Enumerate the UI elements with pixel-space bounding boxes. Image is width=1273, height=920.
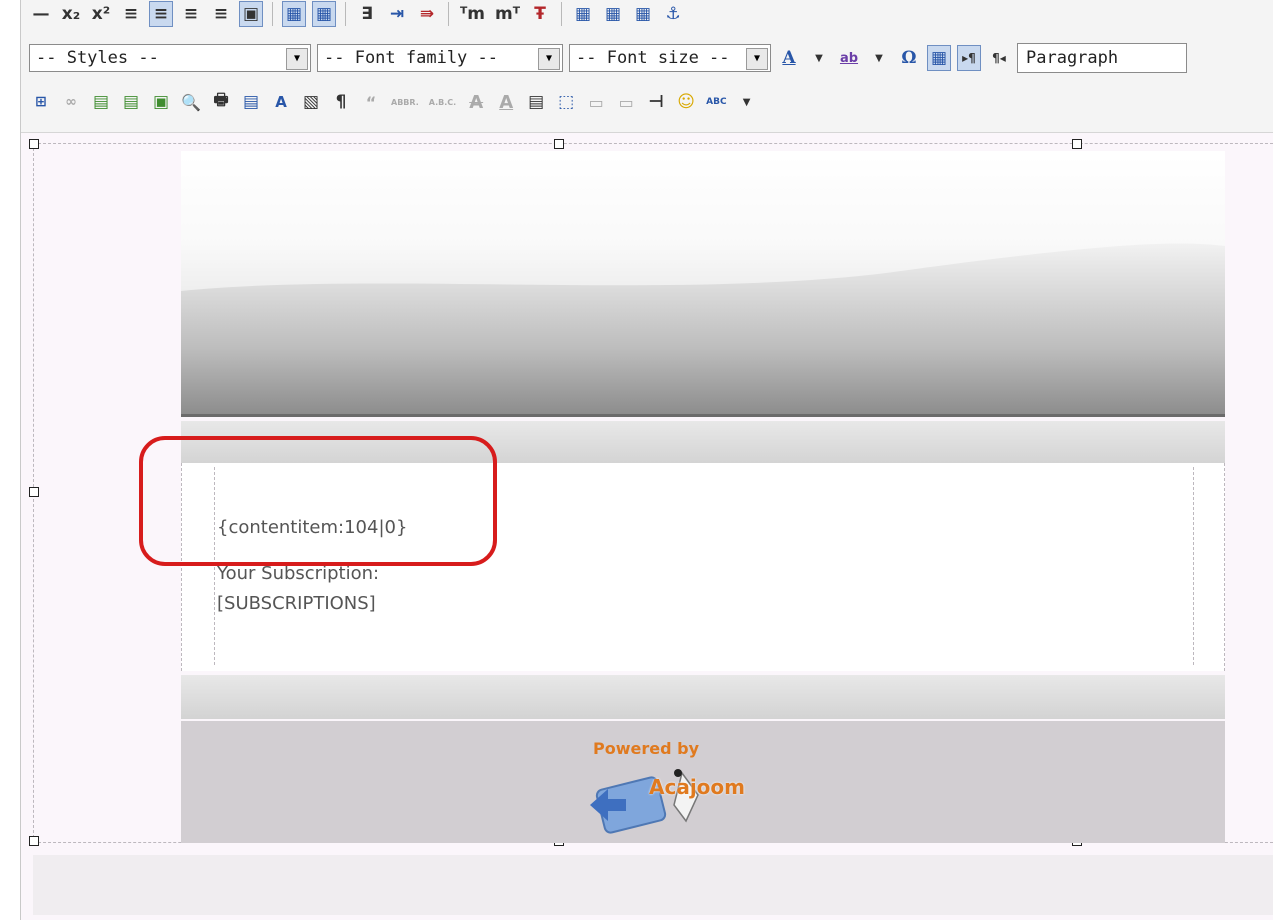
rtl-button[interactable]: ¶◂	[987, 45, 1011, 71]
attributes-icon[interactable]: ▤	[524, 89, 548, 115]
superscript-button[interactable]: x²	[89, 1, 113, 27]
edit-css-button[interactable]: ▣	[239, 1, 263, 27]
align-justify-button[interactable]: ≡	[209, 1, 233, 27]
banner-wave	[181, 151, 1225, 291]
text-color-dropdown-icon[interactable]: ▼	[807, 45, 831, 71]
emotions-icon[interactable]: ☺	[674, 89, 698, 115]
absolute-position-icon[interactable]: ⊣	[644, 89, 668, 115]
table-icon[interactable]: ▦	[631, 1, 655, 27]
deletion-icon[interactable]: A	[464, 89, 488, 115]
font-family-select-value: -- Font family --	[324, 48, 498, 68]
move-forward-icon[interactable]: ▭	[584, 89, 608, 115]
delete-col-icon[interactable]: ⇛	[415, 1, 439, 27]
chevron-down-icon[interactable]: ▼	[286, 48, 308, 70]
ltr-button[interactable]: ▸¶	[957, 45, 981, 71]
toolbar-row-2: -- Styles -- ▼ -- Font family -- ▼ -- Fo…	[29, 40, 1187, 76]
resize-handle-top-right[interactable]	[1072, 139, 1082, 149]
move-backward-icon[interactable]: ▭	[614, 89, 638, 115]
find-replace-icon[interactable]: A	[269, 89, 293, 115]
header-banner[interactable]	[181, 151, 1225, 417]
layer-position-icon[interactable]: ▤	[119, 89, 143, 115]
highlight-circle	[139, 436, 497, 566]
visual-chars-icon[interactable]: ⬚	[554, 89, 578, 115]
resize-handle-top-center[interactable]	[554, 139, 564, 149]
abbr-icon[interactable]: ABBR.	[389, 89, 421, 115]
acajoom-logo-text: Acajoom	[649, 775, 746, 799]
cite-icon[interactable]: “	[359, 89, 383, 115]
footer-cell[interactable]: Powered by Acajoom	[181, 721, 1225, 843]
chevron-down-icon[interactable]: ▼	[746, 48, 768, 70]
insert-image-icon[interactable]: ▣	[149, 89, 173, 115]
highlight-color-button[interactable]: ab	[837, 45, 861, 71]
text-color-button[interactable]: A	[777, 45, 801, 71]
styles-select[interactable]: -- Styles -- ▼	[29, 44, 311, 72]
subscript-button[interactable]: x₂	[59, 1, 83, 27]
merge-cells-icon[interactable]: ▦	[601, 1, 625, 27]
editor-bottom-strip	[33, 855, 1273, 915]
toolbar-separator	[561, 2, 563, 26]
styles-select-value: -- Styles --	[36, 48, 159, 68]
toolbar-row-3: ⊞ ∞ ▤ ▤ ▣ 🔍 🖶 ▤ A ▧ ¶ “ ABBR. A.B.C. A A…	[29, 84, 759, 120]
toolbar-row-1: — x₂ x² ≡ ≡ ≡ ≡ ▣ ▦ ▦ ∃ ⇥ ⇛ ᵀm mᵀ Ŧ ▦ ▦ …	[29, 0, 685, 28]
toolbar-separator	[448, 2, 449, 26]
format-select[interactable]: Paragraph	[1017, 43, 1187, 73]
preview-icon[interactable]: 🔍	[179, 89, 203, 115]
editor-toolbars: — x₂ x² ≡ ≡ ≡ ≡ ▣ ▦ ▦ ∃ ⇥ ⇛ ᵀm mᵀ Ŧ ▦ ▦ …	[21, 0, 1273, 133]
insert-link-icon[interactable]: ⊞	[29, 89, 53, 115]
powered-by-text: Powered by	[593, 739, 699, 758]
col-after-icon[interactable]: mᵀ	[493, 1, 522, 27]
col-before-icon[interactable]: ᵀm	[458, 1, 487, 27]
font-size-select[interactable]: -- Font size -- ▼	[569, 44, 771, 72]
font-size-select-value: -- Font size --	[576, 48, 730, 68]
fullscreen-icon[interactable]: ▤	[239, 89, 263, 115]
toolbar-separator	[272, 2, 273, 26]
toolbar-separator	[345, 2, 346, 26]
anchor-icon[interactable]: ⚓	[661, 1, 685, 27]
subscriptions-tag[interactable]: [SUBSCRIPTIONS]	[217, 593, 376, 614]
align-left-button[interactable]: ≡	[119, 1, 143, 27]
chevron-down-icon[interactable]: ▼	[538, 48, 560, 70]
split-cells-icon[interactable]: ▦	[571, 1, 595, 27]
show-blocks-icon[interactable]: ¶	[329, 89, 353, 115]
table-props-button[interactable]: ▦	[282, 1, 306, 27]
window-left-edge	[0, 0, 21, 920]
highlight-dropdown-icon[interactable]: ▼	[867, 45, 891, 71]
spellcheck-icon[interactable]: ABC	[704, 89, 728, 115]
spellcheck-dropdown-icon[interactable]: ▼	[735, 89, 759, 115]
visual-aid-button[interactable]: ▦	[927, 45, 951, 71]
resize-handle-middle-left[interactable]	[29, 487, 39, 497]
insert-nonbreaking-icon[interactable]: ▧	[299, 89, 323, 115]
insertion-icon[interactable]: A	[494, 89, 518, 115]
insert-row-icon[interactable]: ∃	[355, 1, 379, 27]
align-center-button[interactable]: ≡	[149, 1, 173, 27]
cell-props-button[interactable]: ▦	[312, 1, 336, 27]
resize-handle-top-left[interactable]	[29, 139, 39, 149]
separator-band-bottom	[181, 675, 1225, 719]
format-select-value: Paragraph	[1026, 48, 1119, 68]
special-char-button[interactable]: Ω	[897, 45, 921, 71]
print-icon[interactable]: 🖶	[209, 89, 233, 115]
horizontal-rule-button[interactable]: —	[29, 1, 53, 27]
align-right-button[interactable]: ≡	[179, 1, 203, 27]
delete-row-icon[interactable]: Ŧ	[528, 1, 552, 27]
acronym-icon[interactable]: A.B.C.	[427, 89, 458, 115]
resize-handle-bottom-left[interactable]	[29, 836, 39, 846]
insert-layer-icon[interactable]: ▤	[89, 89, 113, 115]
unlink-icon[interactable]: ∞	[59, 89, 83, 115]
font-family-select[interactable]: -- Font family -- ▼	[317, 44, 563, 72]
insert-col-icon[interactable]: ⇥	[385, 1, 409, 27]
subscription-label[interactable]: Your Subscription:	[217, 563, 379, 584]
